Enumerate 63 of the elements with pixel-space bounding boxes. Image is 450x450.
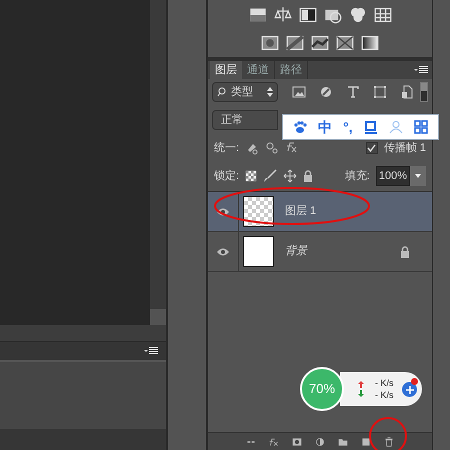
grid-icon[interactable]: [374, 6, 392, 24]
fill-dropdown-button[interactable]: [410, 166, 426, 186]
panel-menu-icon[interactable]: [414, 66, 428, 74]
circle-icon[interactable]: [319, 85, 334, 99]
grid-icon[interactable]: [414, 120, 428, 134]
checkerboard-icon[interactable]: [245, 170, 258, 182]
blank-thumbnail: [243, 236, 274, 267]
wave-stripe-icon[interactable]: [311, 34, 329, 52]
lock-all-icon: [303, 170, 314, 182]
diagonal-stripe-icon[interactable]: [286, 34, 304, 52]
folder-icon[interactable]: [337, 436, 349, 446]
filter-dropdown[interactable]: 类型: [212, 82, 278, 102]
half-circle-icon[interactable]: [314, 436, 326, 446]
move-icon[interactable]: [283, 169, 298, 183]
fill-input[interactable]: 100%: [376, 166, 410, 186]
panel-menu-icon[interactable]: [144, 347, 158, 355]
text-icon[interactable]: [346, 85, 360, 99]
layer-row[interactable]: 图层 1: [208, 192, 432, 232]
trash-icon[interactable]: [383, 436, 395, 446]
checkbox[interactable]: [366, 142, 378, 154]
transform-icon[interactable]: [373, 85, 388, 99]
eye-icon[interactable]: [216, 246, 230, 256]
paw-icon[interactable]: [292, 120, 307, 134]
scales-icon[interactable]: [274, 6, 292, 24]
upload-speed: - K/s: [375, 377, 394, 389]
filter-value: 类型: [231, 84, 253, 100]
filter-toggle[interactable]: [420, 82, 428, 102]
transparent-thumbnail: [243, 196, 274, 227]
mask-icon[interactable]: [291, 436, 303, 446]
gradient-square-icon[interactable]: [361, 34, 379, 52]
ime-toggle[interactable]: °,: [343, 116, 353, 138]
circle-square-icon[interactable]: [261, 34, 279, 52]
blend-mode-dropdown[interactable]: 正常: [212, 110, 278, 130]
fx-link-icon[interactable]: [285, 141, 300, 155]
layer-name[interactable]: 图层 1: [285, 203, 316, 220]
lock-icon: [400, 246, 410, 258]
ime-toggle[interactable]: 中: [318, 116, 332, 138]
document-icon[interactable]: [400, 85, 414, 99]
three-circles-icon[interactable]: [348, 6, 366, 24]
up-arrow-icon: [358, 381, 364, 388]
fill-label: 填充:: [344, 168, 370, 184]
contrast-square-icon[interactable]: [298, 6, 316, 24]
eye-icon[interactable]: [216, 206, 230, 216]
gradient-bar-icon[interactable]: [248, 6, 266, 24]
panel-tab[interactable]: 图层: [210, 61, 242, 79]
layer-row[interactable]: 背景: [208, 232, 432, 272]
new-layer-icon[interactable]: [360, 436, 372, 446]
caret-icon: [415, 174, 421, 178]
plus-icon: [406, 386, 414, 394]
cross-square-icon[interactable]: [336, 34, 354, 52]
propagate-frame-label: 传播帧 1: [384, 140, 426, 156]
checkmark-icon: [367, 144, 376, 152]
image-icon[interactable]: [292, 85, 306, 99]
updown-caret-icon: [267, 87, 274, 97]
download-speed: - K/s: [375, 389, 394, 401]
down-arrow-icon: [358, 390, 364, 397]
brush-icon[interactable]: [263, 169, 278, 183]
layer-name[interactable]: 背景: [285, 243, 307, 260]
unify-label: 统一:: [214, 140, 240, 156]
scrollbar[interactable]: [150, 0, 166, 325]
search-icon: [217, 87, 226, 97]
fx-icon[interactable]: [268, 436, 280, 446]
lock-label: 锁定:: [214, 168, 240, 184]
